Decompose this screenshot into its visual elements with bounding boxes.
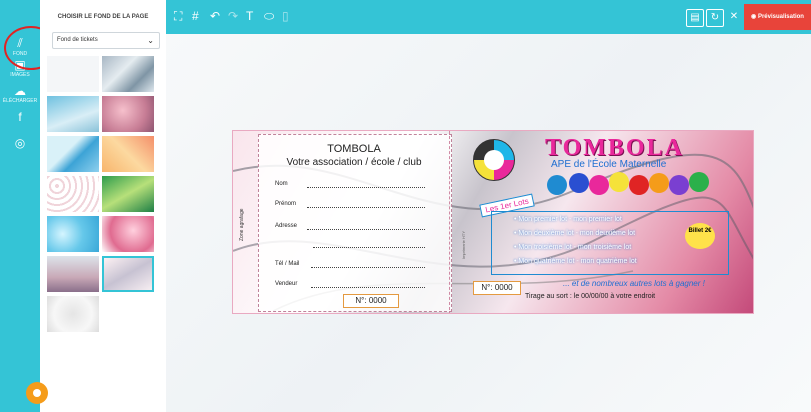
panel-title: CHOISIR LE FOND DE LA PAGE <box>57 14 149 20</box>
background-thumbnail-selected[interactable] <box>102 256 154 292</box>
background-thumbnail[interactable] <box>47 136 99 172</box>
balloons-decoration <box>547 172 709 195</box>
background-category-select[interactable]: Fond de tickets ⌄ <box>52 32 160 49</box>
background-thumbnail[interactable] <box>47 176 99 212</box>
background-thumbnail[interactable] <box>102 176 154 212</box>
stub-subtitle[interactable]: Votre association / école / club <box>258 157 450 168</box>
upload-cloud-icon: ☁ <box>14 84 26 98</box>
rail-item-label: ÉLÉCHARGER <box>2 98 38 104</box>
background-thumbnail[interactable] <box>47 96 99 132</box>
stub-number[interactable]: N°: 0000 <box>343 294 399 308</box>
trash-icon[interactable]: ▯ <box>282 9 289 23</box>
background-thumbnail[interactable] <box>102 96 154 132</box>
background-thumbnail[interactable] <box>47 56 99 92</box>
left-rail: ⫽ FOND ▣ IMAGES ☁ ÉLÉCHARGER f ◎ <box>0 0 58 412</box>
undo-icon[interactable]: ↶ <box>210 9 220 23</box>
select-value: Fond de tickets <box>57 37 98 43</box>
background-thumbnail[interactable] <box>47 296 99 332</box>
chevron-down-icon: ⌄ <box>147 36 154 45</box>
dotted-line <box>307 181 425 188</box>
lot-item: • Mon premier lot - mon premier lot <box>514 216 622 223</box>
refresh-icon[interactable]: ↻ <box>706 9 724 27</box>
lot-item: • Mon deuxième lot - mon deuxième lot <box>514 230 636 237</box>
redo-icon[interactable]: ↷ <box>228 9 238 23</box>
rail-item-upload[interactable]: ☁ ÉLÉCHARGER <box>0 84 40 104</box>
eye-icon: ◉ <box>751 14 758 20</box>
background-thumbnail[interactable] <box>102 136 154 172</box>
printer-logo <box>473 139 515 181</box>
close-icon[interactable]: ✕ <box>726 9 742 25</box>
background-thumbnail[interactable] <box>47 256 99 292</box>
raffle-ticket[interactable]: Zone agrafage TOMBOLA Votre association … <box>232 130 754 314</box>
dotted-line <box>307 201 425 208</box>
stub-field-nom[interactable]: Nom <box>275 181 425 188</box>
dotted-line <box>307 223 425 230</box>
more-prizes-text[interactable]: ... et de nombreux autres lots à gagner … <box>563 279 705 288</box>
instagram-icon: ◎ <box>14 136 26 150</box>
background-panel: CHOISIR LE FOND DE LA PAGE Fond de ticke… <box>40 0 167 412</box>
stub-field-prenom[interactable]: Prénom <box>275 201 425 208</box>
price-badge[interactable]: Billet 2€ <box>685 223 715 249</box>
rail-item-instagram[interactable]: ◎ <box>0 136 40 150</box>
stub-field-vendeur[interactable]: Vendeur <box>275 281 425 288</box>
resize-icon[interactable]: ⛶ <box>174 9 182 24</box>
background-thumbnail[interactable] <box>102 56 154 92</box>
perforation-line <box>449 131 450 313</box>
stub-field-adresse[interactable]: Adresse <box>275 223 425 230</box>
preview-label: Prévisualisation <box>757 14 804 20</box>
dotted-line <box>313 241 425 248</box>
chat-bubble-icon[interactable] <box>26 382 48 404</box>
dotted-line <box>311 281 425 288</box>
rail-item-facebook[interactable]: f <box>0 110 40 124</box>
ticket-title[interactable]: TOMBOLA <box>545 135 684 162</box>
stub-field-tel[interactable]: Tél / Mail <box>275 261 425 268</box>
background-thumbnail[interactable] <box>102 216 154 252</box>
printer-credit: Imprimerie HTY <box>461 231 466 260</box>
lot-item: • Mon quatrième lot - mon quatrième lot <box>514 258 637 265</box>
staple-zone-label: Zone agrafage <box>239 208 245 241</box>
shape-icon[interactable]: ⬭ <box>264 9 274 24</box>
grid-icon[interactable]: # <box>192 9 199 23</box>
text-icon[interactable]: T <box>246 9 253 23</box>
ticket-number[interactable]: N°: 0000 <box>473 281 521 295</box>
draw-date-text[interactable]: Tirage au sort : le 00/00/00 à votre end… <box>525 293 655 300</box>
save-icon[interactable]: ▤ <box>686 9 704 27</box>
background-thumbnail[interactable] <box>47 216 99 252</box>
preview-button[interactable]: ◉ Prévisualisation <box>744 4 811 30</box>
rail-item-label: IMAGES <box>10 72 30 78</box>
stub-title[interactable]: TOMBOLA <box>258 143 450 155</box>
lot-item: • Mon troisième lot - mon troisième lot <box>514 244 632 251</box>
dotted-line <box>311 261 425 268</box>
editor-toolbar: ⛶ # ↶ ↷ T ⬭ ▯ ▤ ↻ ✕ ◉ Prévisualisation <box>166 0 811 34</box>
facebook-icon: f <box>18 110 22 124</box>
